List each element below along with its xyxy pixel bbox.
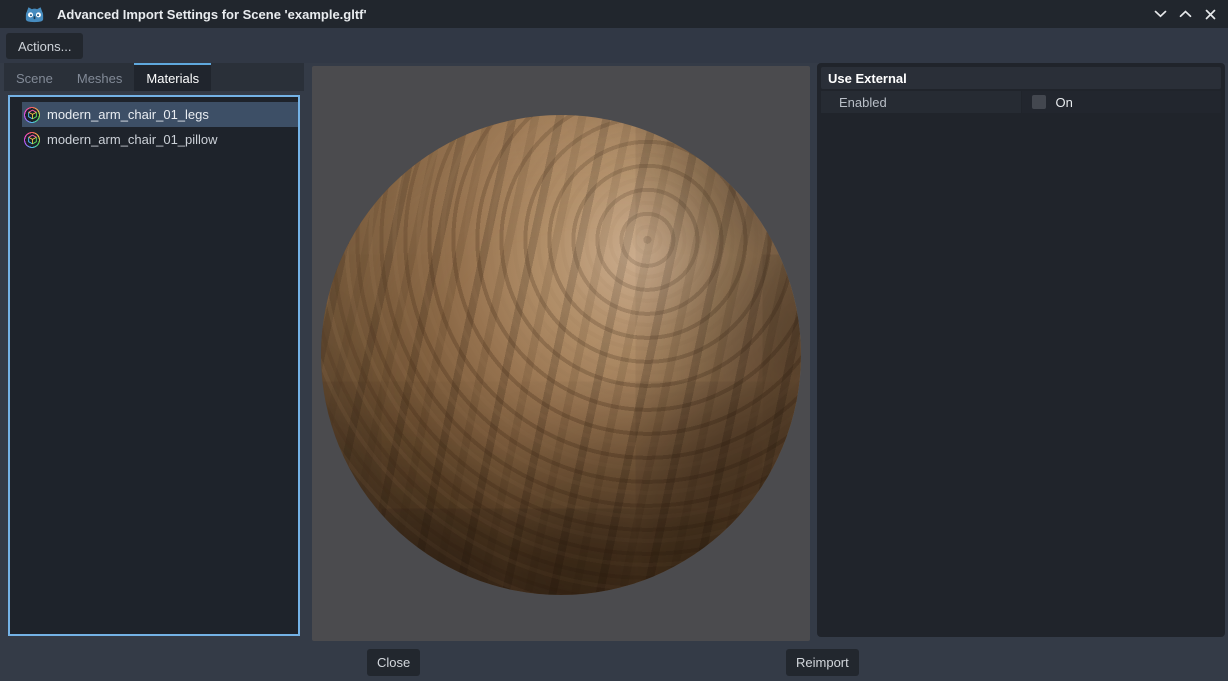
actions-button[interactable]: Actions... bbox=[6, 33, 83, 59]
property-value: On bbox=[1022, 91, 1221, 113]
tab-strip: Scene Meshes Materials bbox=[4, 63, 304, 91]
section-header-use-external: Use External bbox=[821, 67, 1221, 89]
material-orb-icon bbox=[24, 132, 40, 148]
chevron-up-icon bbox=[1179, 10, 1192, 18]
material-orb-icon bbox=[24, 107, 40, 123]
window-title: Advanced Import Settings for Scene 'exam… bbox=[57, 7, 367, 22]
tab-meshes[interactable]: Meshes bbox=[65, 63, 135, 91]
titlebar: Advanced Import Settings for Scene 'exam… bbox=[0, 0, 1228, 28]
property-row-enabled: Enabled On bbox=[821, 91, 1221, 113]
material-item-label: modern_arm_chair_01_legs bbox=[47, 107, 209, 122]
close-button[interactable]: Close bbox=[367, 649, 420, 676]
window-controls bbox=[1148, 0, 1223, 28]
tab-materials[interactable]: Materials bbox=[134, 63, 211, 91]
close-window-button[interactable] bbox=[1198, 2, 1223, 26]
materials-list-panel: modern_arm_chair_01_legs modern_arm_chai… bbox=[8, 95, 300, 636]
tab-scene[interactable]: Scene bbox=[4, 63, 65, 91]
material-preview-sphere bbox=[321, 115, 801, 595]
checkbox-label: On bbox=[1056, 95, 1073, 110]
list-item[interactable]: modern_arm_chair_01_pillow bbox=[22, 127, 298, 152]
list-item[interactable]: modern_arm_chair_01_legs bbox=[22, 102, 298, 127]
inspector-panel: Use External Enabled On bbox=[817, 63, 1225, 637]
close-icon bbox=[1205, 9, 1216, 20]
reimport-button[interactable]: Reimport bbox=[786, 649, 859, 676]
minimize-button[interactable] bbox=[1148, 2, 1173, 26]
chevron-down-icon bbox=[1154, 10, 1167, 18]
material-item-label: modern_arm_chair_01_pillow bbox=[47, 132, 218, 147]
godot-logo-icon bbox=[24, 5, 45, 24]
maximize-button[interactable] bbox=[1173, 2, 1198, 26]
material-preview-viewport[interactable] bbox=[312, 66, 810, 641]
menubar: Actions... bbox=[0, 28, 1228, 63]
property-label: Enabled bbox=[821, 91, 1021, 113]
enabled-checkbox[interactable] bbox=[1032, 95, 1046, 109]
